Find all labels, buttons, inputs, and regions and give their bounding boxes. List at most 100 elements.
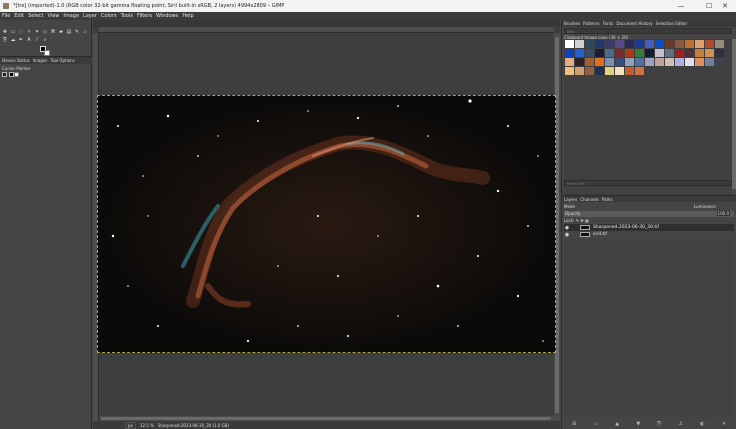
brush-swatch[interactable]: [625, 58, 634, 66]
unit-selector[interactable]: px: [125, 421, 136, 429]
horizontal-scroll-thumb[interactable]: [101, 417, 551, 420]
opacity-value[interactable]: 100.0: [716, 211, 730, 216]
brush-swatch[interactable]: [595, 40, 604, 48]
brush-swatch[interactable]: [585, 40, 594, 48]
tab-channels[interactable]: Channels: [580, 197, 599, 202]
brush-swatch[interactable]: [675, 40, 684, 48]
paint-bucket-icon[interactable]: ▰: [58, 29, 64, 35]
color-picker-icon[interactable]: ⁄: [34, 37, 40, 43]
menu-help[interactable]: Help: [182, 13, 193, 19]
brush-scroll-thumb[interactable]: [732, 39, 736, 189]
menu-file[interactable]: File: [2, 13, 10, 19]
menu-tools[interactable]: Tools: [121, 13, 133, 19]
brush-swatch[interactable]: [605, 40, 614, 48]
brush-swatch[interactable]: [595, 49, 604, 57]
layer-row[interactable]: ◉ Sharpened.2023-06-30_30.tif: [564, 224, 734, 231]
menu-image[interactable]: Image: [63, 13, 79, 19]
tab-selection-editor[interactable]: Selection Editor: [656, 21, 688, 26]
brush-swatch[interactable]: [685, 40, 694, 48]
lock-alpha-icon[interactable]: ▦: [585, 218, 589, 223]
menu-filters[interactable]: Filters: [137, 13, 152, 19]
rect-select-icon[interactable]: ▭: [10, 29, 16, 35]
lasso-icon[interactable]: ◌: [18, 29, 24, 35]
lock-pixels-icon[interactable]: ✎: [576, 218, 579, 223]
mask-layer-icon[interactable]: ◐: [700, 421, 704, 428]
brush-swatch[interactable]: [575, 40, 584, 48]
tab-images[interactable]: Images: [33, 58, 48, 63]
brush-swatch[interactable]: [635, 40, 644, 48]
tab-document-history[interactable]: Document History: [616, 21, 652, 26]
brush-swatch[interactable]: [675, 58, 684, 66]
menu-windows[interactable]: Windows: [156, 13, 178, 19]
zoom-selector[interactable]: 12.5 %: [140, 423, 154, 428]
new-layer-icon[interactable]: ⊞: [572, 421, 576, 428]
brush-swatch[interactable]: [565, 67, 574, 75]
fuzzy-select-icon[interactable]: ✧: [26, 29, 32, 35]
menu-edit[interactable]: Edit: [14, 13, 24, 19]
gradient-icon[interactable]: ▤: [66, 29, 72, 35]
tab-layers[interactable]: Layers: [564, 197, 577, 202]
brush-swatch[interactable]: [715, 58, 724, 66]
brush-swatch[interactable]: [705, 49, 714, 57]
tab-tool-options[interactable]: Tool Options: [50, 58, 74, 63]
layer-name[interactable]: siril.tif: [593, 232, 607, 237]
tab-fonts[interactable]: Fonts: [603, 21, 614, 26]
transform-icon[interactable]: ◇: [42, 29, 48, 35]
tab-paths[interactable]: Paths: [602, 197, 613, 202]
layer-row[interactable]: ◉ siril.tif: [564, 231, 734, 238]
zoom-icon[interactable]: ⌕: [42, 37, 48, 43]
brush-swatch[interactable]: [605, 67, 614, 75]
minimize-icon[interactable]: —: [670, 0, 692, 12]
brush-swatch[interactable]: [635, 67, 644, 75]
brush-swatch[interactable]: [615, 67, 624, 75]
menu-colors[interactable]: Colors: [101, 13, 117, 19]
anchor-layer-icon[interactable]: ⚓: [679, 421, 683, 428]
brush-swatch[interactable]: [715, 40, 724, 48]
brush-swatch[interactable]: [575, 49, 584, 57]
visibility-eye-icon[interactable]: ◉: [564, 232, 570, 238]
menu-select[interactable]: Select: [28, 13, 43, 19]
new-group-icon[interactable]: ▭: [593, 421, 598, 428]
brush-swatch[interactable]: [695, 58, 704, 66]
brush-swatch[interactable]: [625, 67, 634, 75]
text-icon[interactable]: A: [26, 37, 32, 43]
brush-swatch[interactable]: [595, 67, 604, 75]
mode-select[interactable]: Luminance: [694, 204, 716, 209]
brush-swatch[interactable]: [645, 40, 654, 48]
brush-swatch[interactable]: [625, 49, 634, 57]
crop-icon[interactable]: ⌗: [34, 29, 40, 35]
brush-swatch[interactable]: [665, 40, 674, 48]
brush-swatch[interactable]: [685, 58, 694, 66]
eraser-icon[interactable]: ▱: [82, 29, 88, 35]
brush-swatch[interactable]: [675, 49, 684, 57]
warp-icon[interactable]: ⌘: [50, 29, 56, 35]
brush-swatch[interactable]: [685, 49, 694, 57]
tab-device-status[interactable]: Device Status: [2, 58, 30, 63]
tab-patterns[interactable]: Patterns: [583, 21, 599, 26]
brush-swatch[interactable]: [595, 58, 604, 66]
move-tool-icon[interactable]: ✥: [2, 29, 8, 35]
brush-swatch[interactable]: [645, 58, 654, 66]
brush-swatch[interactable]: [715, 49, 724, 57]
brush-swatch[interactable]: [635, 58, 644, 66]
brush-swatch[interactable]: [605, 49, 614, 57]
brush-swatch[interactable]: [565, 58, 574, 66]
layer-name[interactable]: Sharpened.2023-06-30_30.tif: [593, 225, 659, 230]
brush-swatch[interactable]: [585, 49, 594, 57]
horizontal-ruler[interactable]: [99, 27, 554, 33]
brush-swatch[interactable]: [645, 49, 654, 57]
brush-swatch[interactable]: [565, 40, 574, 48]
menu-layer[interactable]: Layer: [83, 13, 97, 19]
lock-position-icon[interactable]: ✥: [580, 218, 583, 223]
delete-layer-icon[interactable]: ✕: [722, 421, 726, 428]
brush-swatch[interactable]: [615, 40, 624, 48]
brush-swatch[interactable]: [695, 49, 704, 57]
opacity-slider[interactable]: Opacity 100.0: [564, 211, 734, 217]
brush-swatch[interactable]: [665, 49, 674, 57]
duplicate-layer-icon[interactable]: ⎘: [657, 421, 661, 428]
brush-swatch[interactable]: [705, 58, 714, 66]
tab-brushes[interactable]: Brushes: [564, 21, 580, 26]
lower-layer-icon[interactable]: ▼: [636, 421, 640, 428]
brush-swatch[interactable]: [575, 58, 584, 66]
brush-swatch[interactable]: [565, 49, 574, 57]
